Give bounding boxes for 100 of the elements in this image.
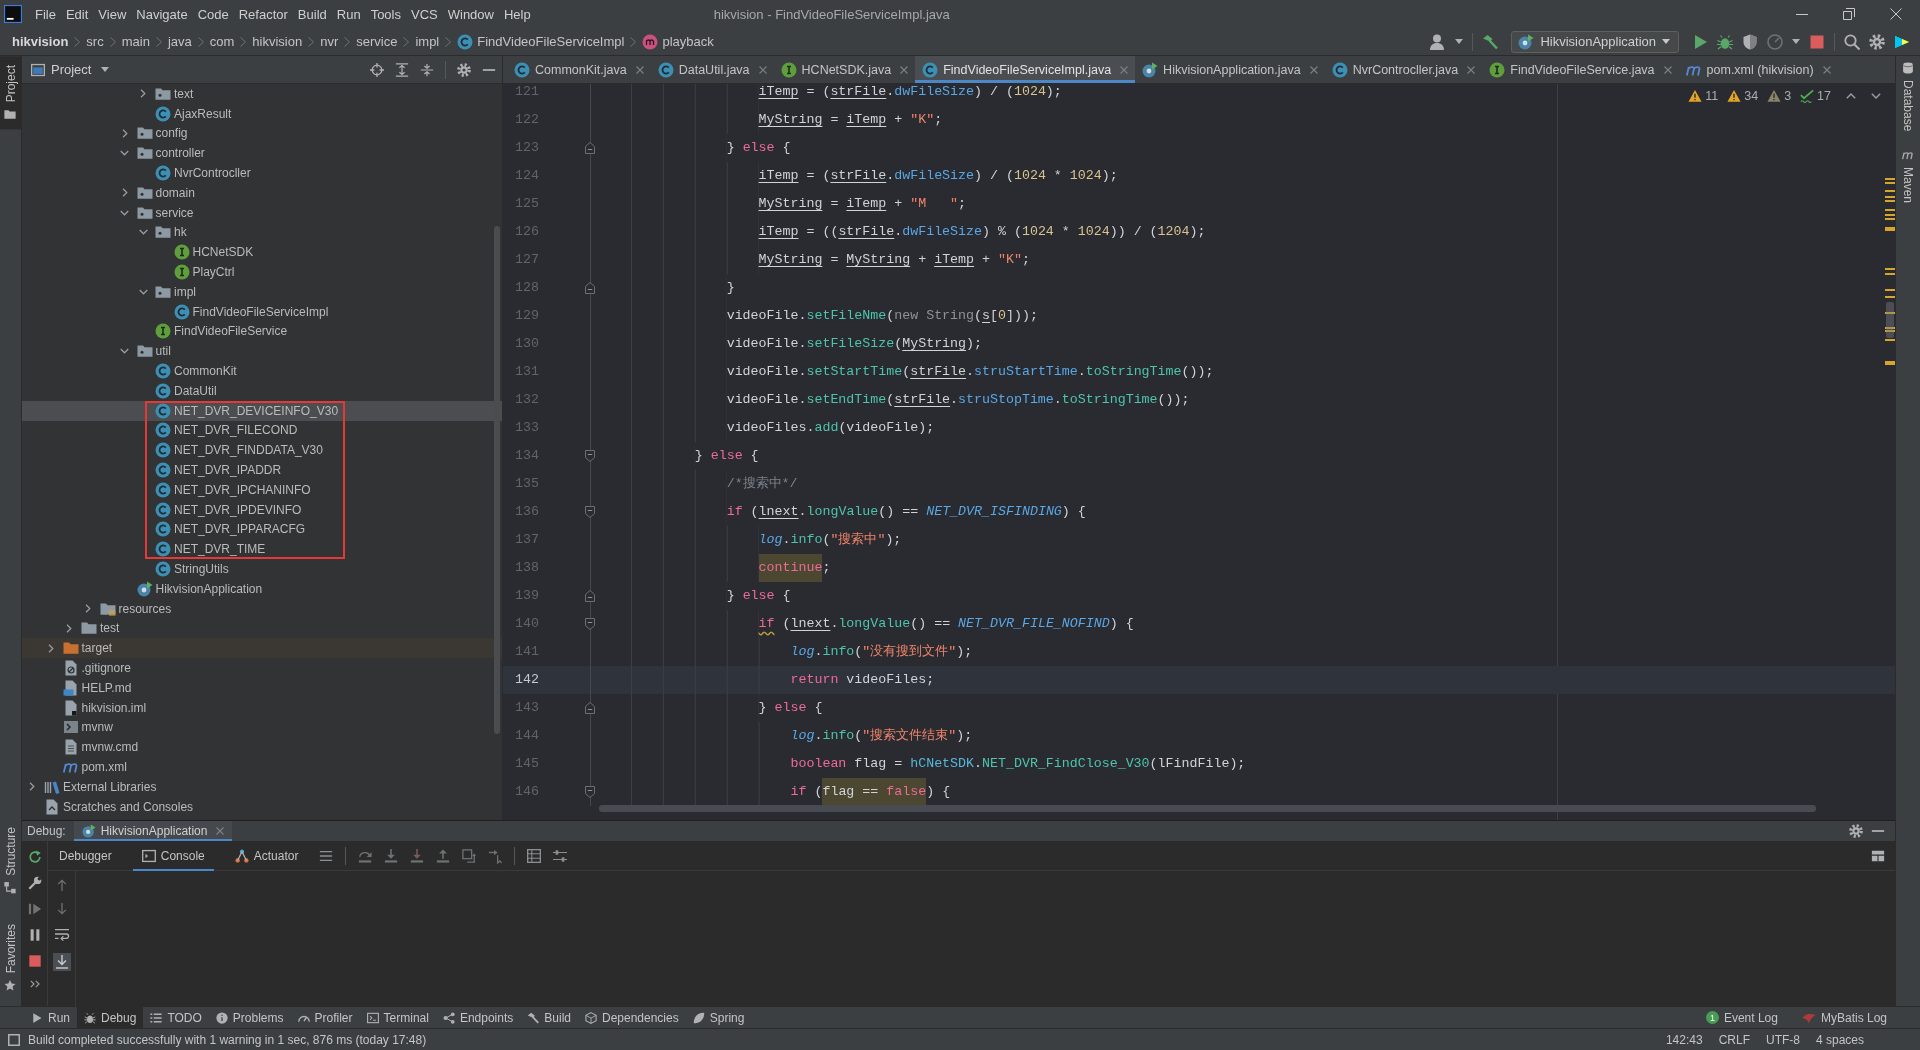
- tool-window-button[interactable]: Run: [24, 1006, 77, 1029]
- inspection-counter[interactable]: 17: [1800, 89, 1831, 103]
- tool-window-tab[interactable]: Favorites: [0, 914, 21, 1000]
- editor-tab[interactable]: NvrControcller.java: [1324, 56, 1483, 83]
- search-icon[interactable]: [1844, 33, 1860, 50]
- tree-item[interactable]: NET_DVR_IPDEVINFO: [22, 499, 502, 520]
- tree-item[interactable]: util: [22, 341, 502, 362]
- restore-icon[interactable]: [1843, 8, 1855, 20]
- menu-item[interactable]: Help: [498, 6, 536, 22]
- chevron-down-icon[interactable]: [1871, 93, 1881, 99]
- hammer-icon[interactable]: [1482, 33, 1499, 50]
- arrow-down-to-line-icon[interactable]: [410, 848, 425, 863]
- chevron-down-icon[interactable]: [120, 150, 129, 157]
- tree-item[interactable]: NET_DVR_IPPARACFG: [22, 519, 502, 540]
- close-icon[interactable]: [1309, 65, 1318, 74]
- chevron-right-icon[interactable]: [84, 604, 91, 614]
- menu-item[interactable]: Code: [192, 6, 234, 22]
- wrap-icon[interactable]: [54, 927, 69, 941]
- menu-item[interactable]: Run: [331, 6, 366, 22]
- lines-icon[interactable]: [319, 848, 334, 863]
- chevron-down-icon[interactable]: [120, 209, 129, 216]
- close-icon[interactable]: [635, 65, 644, 74]
- bug-icon[interactable]: [1717, 33, 1733, 50]
- tree-item[interactable]: HikvisionApplication: [22, 578, 502, 599]
- status-item[interactable]: CRLF: [1718, 1032, 1750, 1047]
- inspection-counter[interactable]: 3: [1767, 89, 1792, 103]
- tree-item[interactable]: test: [22, 618, 502, 639]
- menu-item[interactable]: Navigate: [131, 6, 193, 22]
- breadcrumb-item[interactable]: java: [167, 34, 192, 49]
- close-icon[interactable]: [1890, 8, 1902, 20]
- play-bar-icon[interactable]: [27, 902, 42, 916]
- status-message[interactable]: Build completed successfully with 1 warning in 1 sec, 876 ms (today 17:48): [28, 1032, 427, 1047]
- fold-start-icon[interactable]: [585, 506, 595, 518]
- breadcrumb-item[interactable]: com: [209, 34, 235, 49]
- tool-window-button[interactable]: TODO: [143, 1006, 209, 1029]
- tree-item[interactable]: HCNetSDK: [22, 242, 502, 263]
- menu-item[interactable]: Window: [442, 6, 499, 22]
- tool-window-button[interactable]: MyBatis Log: [1794, 1006, 1894, 1029]
- tree-item[interactable]: hikvision.iml: [22, 697, 502, 718]
- breadcrumb-item[interactable]: nvr: [320, 34, 339, 49]
- close-icon[interactable]: [758, 65, 767, 74]
- breadcrumb-item[interactable]: playback: [642, 33, 714, 50]
- chevron-right-icon[interactable]: [140, 89, 146, 99]
- double-chevron-icon[interactable]: [29, 980, 40, 988]
- tree-item[interactable]: NET_DVR_FILECOND: [22, 420, 502, 441]
- menu-item[interactable]: View: [93, 6, 132, 22]
- tree-item[interactable]: CommonKit: [22, 361, 502, 381]
- fold-start-icon[interactable]: [585, 618, 595, 630]
- circular-arrow-icon[interactable]: [27, 850, 42, 864]
- tree-item[interactable]: HELP.md: [22, 677, 502, 698]
- tree-item[interactable]: NET_DVR_IPADDR: [22, 460, 502, 480]
- tree-item[interactable]: FindVideoFileService: [22, 321, 502, 342]
- tree-item[interactable]: StringUtils: [22, 559, 502, 579]
- tree-item[interactable]: External Libraries: [22, 776, 502, 797]
- tool-window-button[interactable]: 1 Event Log: [1698, 1006, 1785, 1029]
- run-icon[interactable]: [1692, 33, 1708, 50]
- tree-item[interactable]: NET_DVR_TIME: [22, 539, 502, 560]
- stop-icon[interactable]: [27, 954, 42, 968]
- project-view-dropdown[interactable]: Project: [51, 62, 110, 77]
- tree-item[interactable]: controller: [22, 143, 502, 164]
- settings-icon[interactable]: [1869, 33, 1885, 50]
- collapse-all-icon[interactable]: [420, 62, 434, 77]
- stop-icon[interactable]: [1809, 33, 1825, 50]
- tree-item[interactable]: service: [22, 202, 502, 223]
- tree-item[interactable]: AjaxResult: [22, 103, 502, 124]
- tool-window-button[interactable]: Endpoints: [435, 1006, 521, 1029]
- tool-window-tab[interactable]: Maven: [1896, 147, 1920, 206]
- arrow-down-to-line-icon[interactable]: [384, 848, 399, 863]
- tree-item[interactable]: NET_DVR_IPCHANINFO: [22, 479, 502, 500]
- fold-start-icon[interactable]: [585, 450, 595, 462]
- editor-tab[interactable]: CommonKit.java: [507, 56, 651, 83]
- settings-icon[interactable]: [457, 62, 471, 77]
- tool-window-tab[interactable]: Structure: [0, 817, 21, 903]
- chevron-right-icon[interactable]: [29, 782, 35, 792]
- fold-start-icon[interactable]: [585, 786, 595, 798]
- chevron-right-icon[interactable]: [121, 129, 128, 138]
- panel-tab[interactable]: Console: [132, 840, 214, 871]
- editor-tab[interactable]: FindVideoFileService.java: [1482, 56, 1679, 83]
- cursor-arrow-icon[interactable]: [488, 848, 503, 863]
- logo-icon[interactable]: [1894, 33, 1910, 50]
- caret-down-icon[interactable]: [1792, 39, 1800, 44]
- tree-item[interactable]: mvnw: [22, 717, 502, 738]
- breadcrumb-item[interactable]: src: [86, 34, 104, 49]
- arrow-up-from-line-icon[interactable]: [436, 848, 451, 863]
- tool-window-button[interactable]: Profiler: [290, 1006, 360, 1029]
- tree-item[interactable]: config: [22, 123, 502, 144]
- tree-item[interactable]: .gitignore: [22, 658, 502, 678]
- fold-end-icon[interactable]: [585, 702, 595, 714]
- tree-item[interactable]: NET_DVR_DEVICEINFO_V30: [22, 400, 502, 421]
- caret-down-icon[interactable]: [1455, 39, 1464, 44]
- chevron-right-icon[interactable]: [47, 643, 54, 653]
- tree-item[interactable]: hk: [22, 222, 502, 243]
- chevron-down-icon[interactable]: [120, 348, 129, 355]
- run-configuration-dropdown[interactable]: HikvisionApplication: [1511, 30, 1679, 53]
- menu-item[interactable]: File: [30, 6, 61, 22]
- chevron-right-icon[interactable]: [66, 623, 72, 633]
- tool-window-tab[interactable]: Project: [0, 56, 21, 130]
- wrench-icon[interactable]: [27, 876, 42, 890]
- scrollbar-thumb[interactable]: [494, 226, 500, 734]
- tree-item[interactable]: PlayCtrl: [22, 262, 502, 282]
